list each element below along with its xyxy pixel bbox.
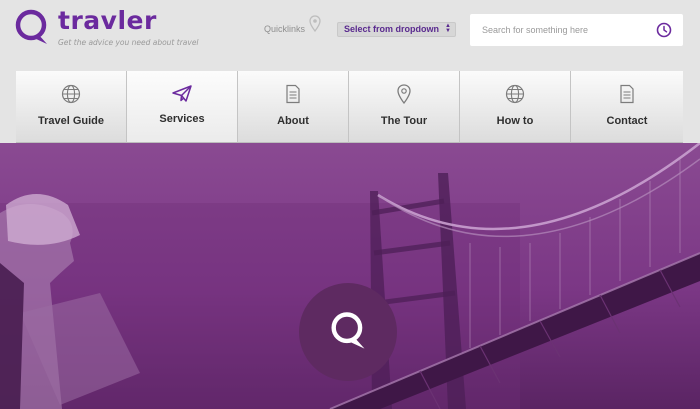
paper-plane-icon (172, 85, 192, 102)
search-box (470, 14, 683, 46)
nav-item-services[interactable]: Services (127, 71, 238, 143)
quicklinks-label: Quicklinks (264, 24, 306, 34)
site-header: travler Get the advice you need about tr… (0, 0, 700, 143)
document-icon (286, 84, 300, 104)
hero-banner (0, 143, 700, 409)
nav-label-about: About (277, 115, 309, 127)
nav-item-how-to[interactable]: How to (460, 71, 571, 143)
nav-label-travel-guide: Travel Guide (37, 115, 105, 127)
nav-label-services: Services (159, 113, 205, 125)
nav-label-the-tour: The Tour (380, 115, 428, 127)
nav-item-travel-guide[interactable]: Travel Guide (16, 71, 127, 143)
document-icon (620, 84, 634, 104)
nav-label-how-to: How to (496, 115, 534, 127)
brand-tagline: Get the advice you need about travel (58, 38, 199, 47)
nav-item-contact[interactable]: Contact (571, 71, 683, 143)
site-logo[interactable]: travler Get the advice you need about tr… (14, 6, 204, 50)
nav-item-the-tour[interactable]: The Tour (349, 71, 460, 143)
chat-bubble-q-icon (331, 312, 365, 349)
clock-search-icon[interactable] (656, 22, 672, 38)
search-input[interactable] (482, 21, 642, 39)
chat-bubble-q-icon (15, 9, 47, 44)
nav-label-contact: Contact (606, 115, 648, 127)
dropdown-arrows-icon: ▲ ▼ (445, 23, 451, 34)
quicklinks-dropdown-value: Select from dropdown (344, 24, 440, 34)
brand-name: travler (58, 6, 157, 35)
nav-item-about[interactable]: About (238, 71, 349, 143)
map-pin-icon (397, 84, 411, 104)
globe-icon (61, 84, 81, 104)
map-pin-icon (309, 15, 321, 32)
globe-icon (505, 84, 525, 104)
main-nav: Travel Guide Services About The Tour How… (16, 71, 683, 143)
hero-badge[interactable] (299, 283, 397, 381)
quicklinks-dropdown[interactable]: Select from dropdown ▲ ▼ (337, 22, 456, 37)
